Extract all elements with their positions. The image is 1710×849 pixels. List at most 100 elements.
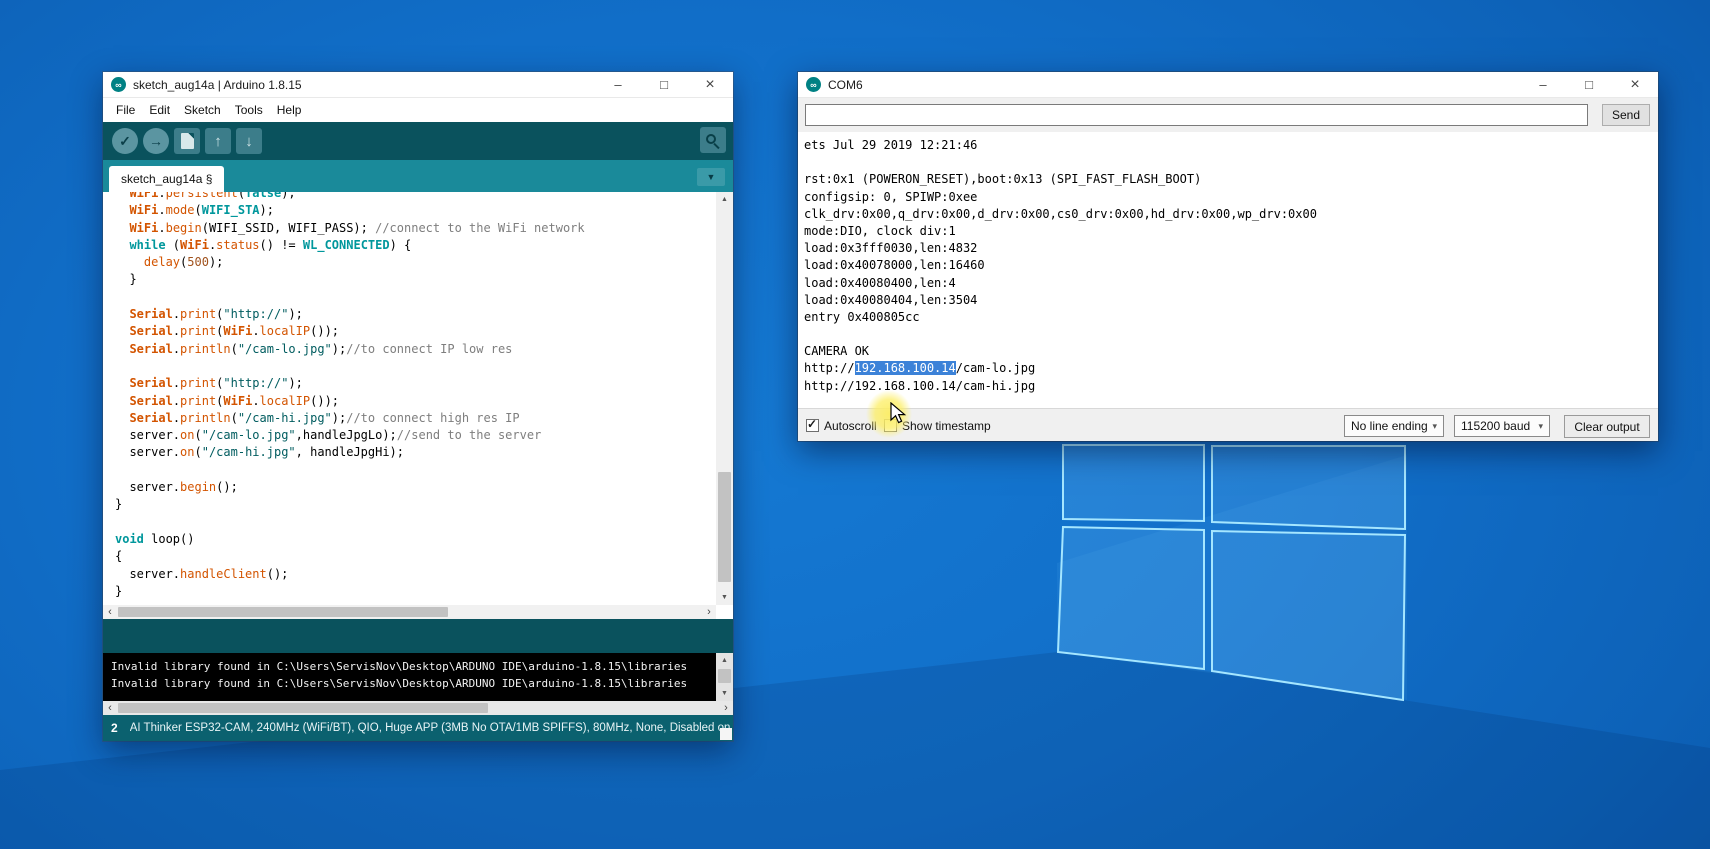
- code-line: Serial.print(WiFi.localIP());: [115, 323, 711, 340]
- logo-pane-bottom-left: [1058, 527, 1204, 669]
- chevron-down-icon: ▼: [707, 172, 716, 182]
- board-info-text: AI Thinker ESP32-CAM, 240MHz (WiFi/BT), …: [130, 722, 733, 734]
- autoscroll-checkbox[interactable]: ✓: [806, 419, 819, 432]
- scroll-up-arrow[interactable]: ▲: [716, 192, 733, 207]
- console-vertical-scrollbar[interactable]: ▲ ▼: [716, 653, 733, 701]
- scroll-right-arrow[interactable]: ›: [702, 605, 716, 619]
- menu-edit[interactable]: Edit: [142, 100, 177, 120]
- send-button[interactable]: Send: [1602, 104, 1650, 126]
- resize-grip[interactable]: [720, 728, 732, 740]
- scroll-down-arrow[interactable]: ▼: [716, 686, 733, 701]
- code-line: Serial.println("/cam-lo.jpg");//to conne…: [115, 341, 711, 358]
- serial-monitor-window: ∞ COM6 – □ × Send ets Jul 29 2019 12:21:…: [798, 72, 1658, 441]
- logo-pane-top-right: [1212, 446, 1405, 529]
- editor-vertical-scrollbar[interactable]: ▲ ▼: [716, 192, 733, 605]
- serial-output-line: [804, 154, 1658, 171]
- serial-send-row: Send: [798, 98, 1658, 132]
- editor-hscroll-thumb[interactable]: [118, 607, 448, 617]
- code-line: server.on("/cam-lo.jpg",handleJpgLo);//s…: [115, 427, 711, 444]
- console-line: Invalid library found in C:\Users\Servis…: [103, 675, 715, 692]
- ide-minimize-button[interactable]: –: [595, 72, 641, 97]
- editor-horizontal-scrollbar[interactable]: ‹ ›: [103, 605, 716, 619]
- ide-message-strip: [103, 619, 733, 653]
- line-ending-select[interactable]: No line ending ▾: [1344, 415, 1444, 437]
- serial-close-button[interactable]: ×: [1612, 72, 1658, 97]
- open-sketch-button[interactable]: ↑: [205, 128, 231, 154]
- new-document-icon: [181, 133, 194, 149]
- ide-maximize-button[interactable]: □: [641, 72, 687, 97]
- serial-monitor-button[interactable]: [700, 127, 726, 153]
- clear-output-button[interactable]: Clear output: [1564, 415, 1650, 438]
- code-line: [115, 289, 711, 306]
- code-line: Serial.println("/cam-hi.jpg");//to conne…: [115, 410, 711, 427]
- menu-help[interactable]: Help: [270, 100, 309, 120]
- menu-file[interactable]: File: [109, 100, 142, 120]
- console-hscroll-thumb[interactable]: [118, 703, 488, 713]
- serial-minimize-button[interactable]: –: [1520, 72, 1566, 97]
- baud-rate-select[interactable]: 115200 baud ▾: [1454, 415, 1550, 437]
- serial-output-line: clk_drv:0x00,q_drv:0x00,d_drv:0x00,cs0_d…: [804, 206, 1658, 223]
- code-line: }: [115, 583, 711, 600]
- code-line: server.begin();: [115, 479, 711, 496]
- code-line: [115, 514, 711, 531]
- serial-output[interactable]: ets Jul 29 2019 12:21:46rst:0x1 (POWERON…: [798, 132, 1658, 408]
- serial-output-line: configsip: 0, SPIWP:0xee: [804, 189, 1658, 206]
- new-sketch-button[interactable]: [174, 128, 200, 154]
- scroll-right-arrow[interactable]: ›: [719, 701, 733, 715]
- upload-button[interactable]: →: [143, 128, 169, 154]
- serial-output-line: load:0x40080404,len:3504: [804, 292, 1658, 309]
- serial-output-line: load:0x40078000,len:16460: [804, 257, 1658, 274]
- console-horizontal-scrollbar[interactable]: ‹ ›: [103, 701, 733, 715]
- logo-pane-top-left: [1063, 445, 1204, 521]
- serial-output-line: load:0x40080400,len:4: [804, 275, 1658, 292]
- check-icon: ✓: [807, 417, 817, 431]
- code-line: delay(500);: [115, 254, 711, 271]
- serial-output-line: mode:DIO, clock div:1: [804, 223, 1658, 240]
- menu-tools[interactable]: Tools: [228, 100, 270, 120]
- code-line: WiFi.persistent(false);: [115, 192, 711, 202]
- verify-button[interactable]: ✓: [112, 128, 138, 154]
- scroll-up-arrow[interactable]: ▲: [716, 653, 733, 668]
- serial-titlebar[interactable]: ∞ COM6 – □ ×: [798, 72, 1658, 98]
- menu-sketch[interactable]: Sketch: [177, 100, 228, 120]
- ide-titlebar[interactable]: ∞ sketch_aug14a | Arduino 1.8.15 – □ ×: [103, 72, 733, 98]
- scroll-left-arrow[interactable]: ‹: [103, 605, 117, 619]
- tab-list-dropdown-button[interactable]: ▼: [697, 168, 725, 186]
- ide-close-button[interactable]: ×: [687, 72, 733, 97]
- serial-bottom-bar: ✓ Autoscroll Show timestamp No line endi…: [798, 408, 1658, 441]
- code-line: WiFi.begin(WIFI_SSID, WIFI_PASS); //conn…: [115, 220, 711, 237]
- code-editor[interactable]: WiFi.persistent(false); WiFi.mode(WIFI_S…: [103, 192, 733, 605]
- verify-icon: ✓: [119, 133, 131, 150]
- selected-text: 192.168.100.14: [855, 361, 956, 375]
- save-icon: ↓: [245, 133, 253, 150]
- save-sketch-button[interactable]: ↓: [236, 128, 262, 154]
- scroll-down-arrow[interactable]: ▼: [716, 590, 733, 605]
- serial-output-line: entry 0x400805cc: [804, 309, 1658, 326]
- code-line: WiFi.mode(WIFI_STA);: [115, 202, 711, 219]
- serial-output-line: http://192.168.100.14/cam-lo.jpg: [804, 360, 1658, 377]
- code-line: [115, 358, 711, 375]
- ide-statusbar: 2 AI Thinker ESP32-CAM, 240MHz (WiFi/BT)…: [103, 715, 733, 741]
- code-content: WiFi.persistent(false); WiFi.mode(WIFI_S…: [115, 192, 711, 600]
- code-line: }: [115, 496, 711, 513]
- arduino-ide-window: ∞ sketch_aug14a | Arduino 1.8.15 – □ × F…: [103, 72, 733, 741]
- serial-maximize-button[interactable]: □: [1566, 72, 1612, 97]
- code-line: while (WiFi.status() != WL_CONNECTED) {: [115, 237, 711, 254]
- line-ending-value: No line ending: [1351, 419, 1428, 433]
- serial-input[interactable]: [805, 104, 1588, 126]
- tab-sketch-aug14a[interactable]: sketch_aug14a §: [109, 166, 224, 192]
- baud-rate-value: 115200 baud: [1461, 419, 1530, 433]
- chevron-down-icon: ▾: [1538, 421, 1543, 432]
- mouse-cursor: [890, 402, 910, 426]
- code-line: [115, 462, 711, 479]
- ide-tabbar: sketch_aug14a § ▼: [103, 160, 733, 192]
- console-output: Invalid library found in C:\Users\Servis…: [103, 658, 715, 692]
- editor-vscroll-thumb[interactable]: [718, 472, 731, 582]
- code-line: }: [115, 271, 711, 288]
- serial-output-line: http://192.168.100.14/cam-hi.jpg: [804, 378, 1658, 395]
- chevron-down-icon: ▾: [1432, 421, 1437, 432]
- serial-output-line: [804, 326, 1658, 343]
- ide-console: Invalid library found in C:\Users\Servis…: [103, 653, 733, 701]
- scroll-left-arrow[interactable]: ‹: [103, 701, 117, 715]
- console-vscroll-thumb[interactable]: [718, 669, 731, 683]
